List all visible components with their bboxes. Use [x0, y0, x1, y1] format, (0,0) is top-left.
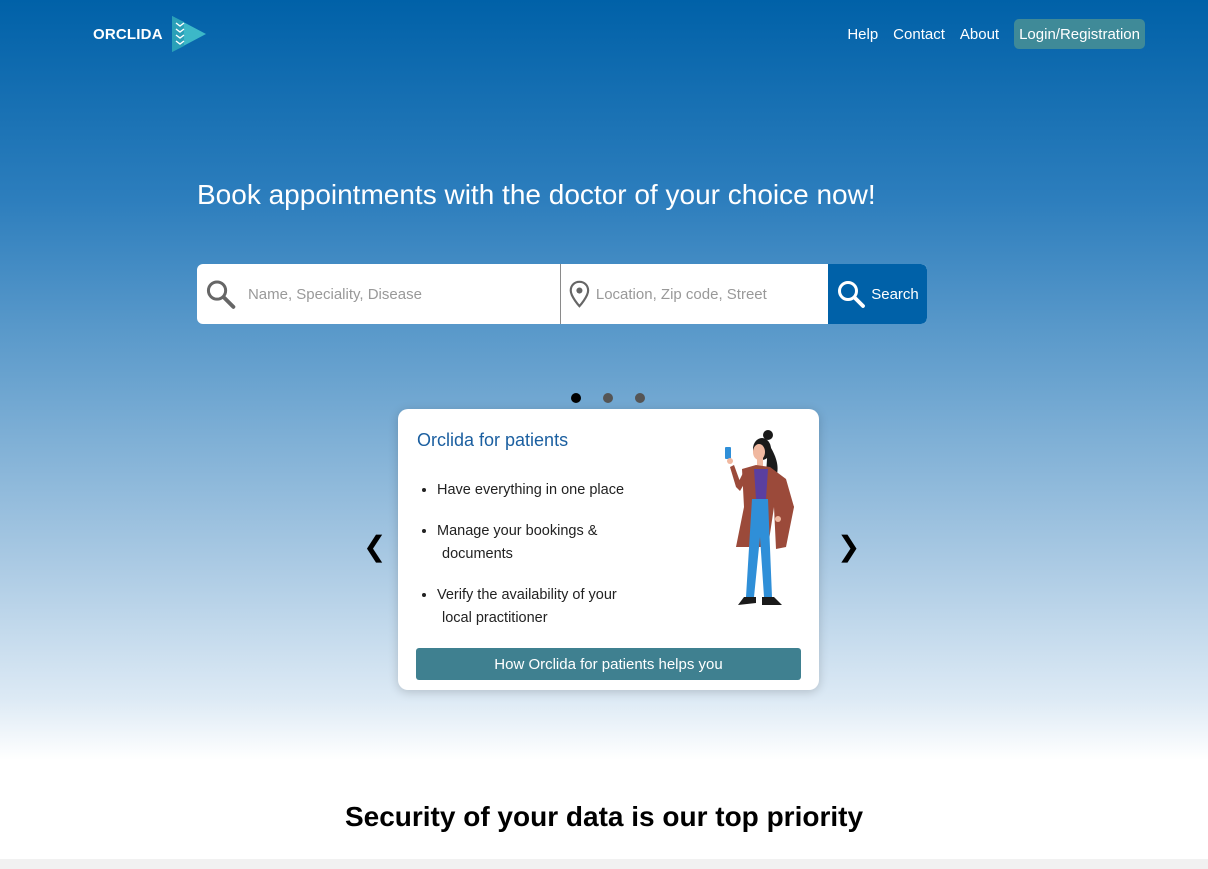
search-icon: [206, 280, 236, 309]
carousel-dot-2[interactable]: [603, 393, 613, 403]
list-item: Verify the availability of your local pr…: [437, 584, 677, 630]
card-title: Orclida for patients: [417, 430, 569, 450]
card-feature-list: Have everything in one place Manage your…: [437, 479, 677, 648]
nav-about-link[interactable]: About: [960, 26, 999, 43]
logo-mark-icon: [171, 16, 206, 52]
list-item: Have everything in one place: [437, 479, 677, 502]
location-search-field: [561, 264, 828, 324]
map-pin-icon: [569, 280, 590, 308]
list-item-text: Manage your bookings &: [437, 523, 598, 539]
list-item-text: Verify the availability of your: [437, 587, 617, 603]
list-item-text: Have everything in one place: [437, 482, 625, 498]
search-button[interactable]: Search: [828, 264, 927, 324]
top-navigation-bar: ORCLIDA Help Contact About Login/Registr…: [0, 0, 1208, 68]
carousel-dots: [571, 393, 667, 403]
nav-contact-link[interactable]: Contact: [893, 26, 945, 43]
main-nav: Help Contact About Login/Registration: [832, 19, 1145, 49]
carousel-prev-arrow-icon[interactable]: ❮: [363, 530, 386, 563]
name-search-field: [197, 264, 561, 324]
list-item-text-cont: documents: [442, 546, 513, 562]
section-divider: [0, 859, 1208, 869]
nav-help-link[interactable]: Help: [847, 26, 878, 43]
hero-title: Book appointments with the doctor of you…: [197, 179, 876, 210]
search-button-label: Search: [871, 285, 919, 303]
security-section-title: Security of your data is our top priorit…: [344, 801, 864, 832]
carousel-card-patients: Orclida for patients Have everything in …: [398, 409, 819, 690]
login-registration-button[interactable]: Login/Registration: [1014, 19, 1145, 49]
logo[interactable]: ORCLIDA: [93, 14, 208, 54]
how-orclida-helps-button[interactable]: How Orclida for patients helps you: [416, 648, 801, 680]
logo-text: ORCLIDA: [93, 25, 163, 43]
carousel-dot-3[interactable]: [635, 393, 645, 403]
search-button-icon: [838, 281, 866, 308]
list-item-text-cont: local practitioner: [442, 610, 548, 626]
location-input[interactable]: [595, 285, 828, 303]
search-bar: Search: [197, 264, 927, 324]
name-speciality-input[interactable]: [247, 285, 560, 303]
carousel-dot-1[interactable]: [571, 393, 581, 403]
woman-with-phone-illustration: [725, 430, 794, 605]
carousel-next-arrow-icon[interactable]: ❯: [837, 530, 860, 563]
list-item: Manage your bookings & documents: [437, 520, 677, 566]
